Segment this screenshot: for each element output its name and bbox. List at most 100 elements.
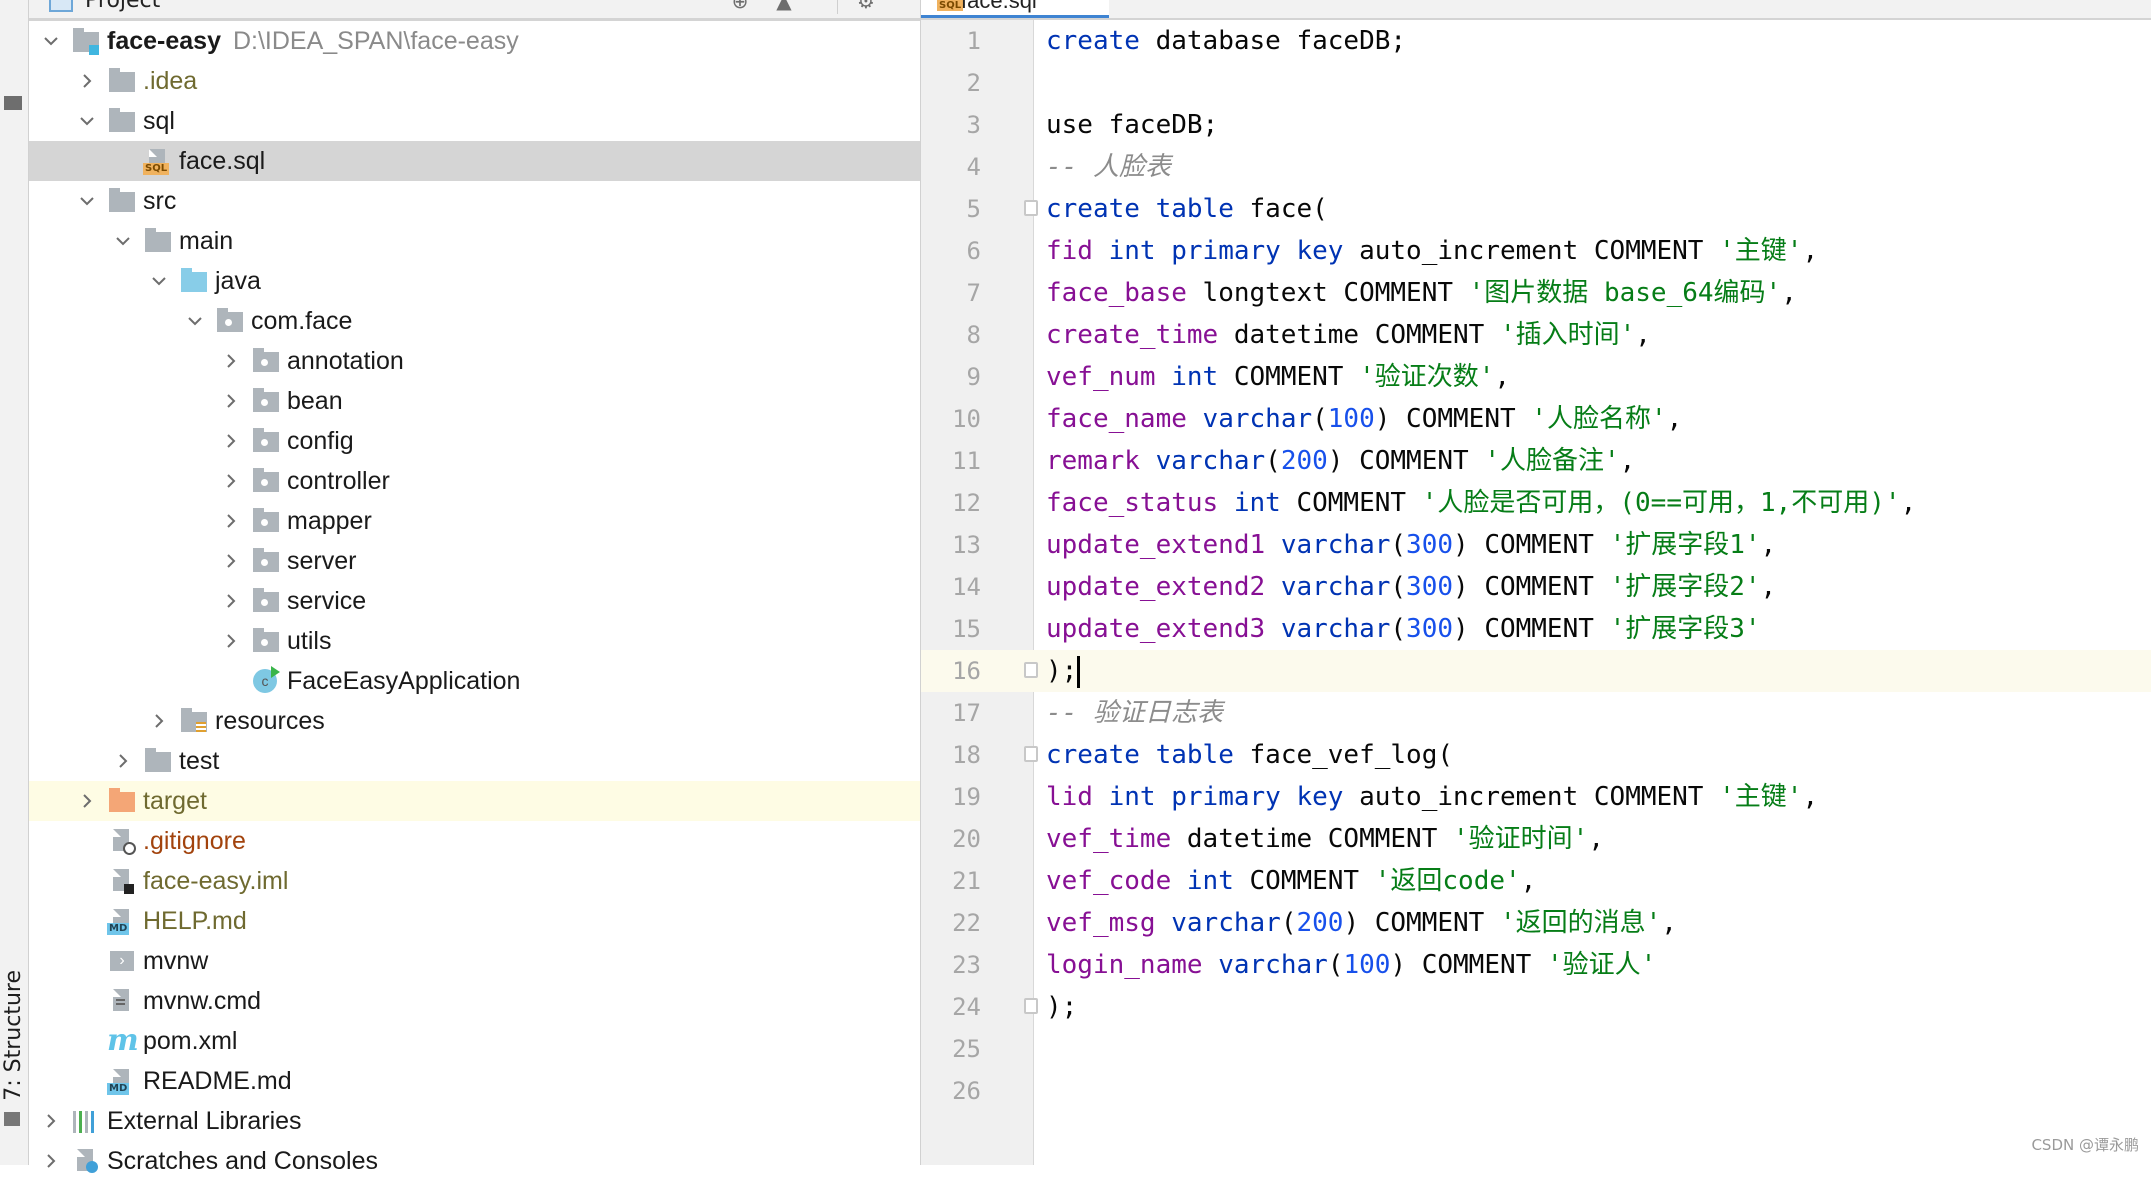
tree-item-annotation[interactable]: annotation [29, 341, 920, 381]
tree-item-service[interactable]: service [29, 581, 920, 621]
code-line[interactable]: 11 remark varchar(200) COMMENT '人脸备注', [921, 440, 2151, 482]
tree-item-label: config [287, 426, 354, 455]
tree-item-help-md[interactable]: MD HELP.md [29, 901, 920, 941]
tree-item-scratches-and-consoles[interactable]: Scratches and Consoles [29, 1141, 920, 1181]
tree-item-external-libraries[interactable]: External Libraries [29, 1101, 920, 1141]
code-line[interactable]: 17 -- 验证日志表 [921, 692, 2151, 734]
chevron-down-icon[interactable] [111, 229, 135, 253]
chevron-right-icon[interactable] [219, 469, 243, 493]
chevron-right-icon[interactable] [219, 509, 243, 533]
tree-item-face-sql[interactable]: SQL face.sql [29, 141, 920, 181]
fold-marker-icon[interactable] [1024, 998, 1038, 1014]
code-line[interactable]: 26 [921, 1070, 2151, 1112]
fold-marker-icon[interactable] [1024, 200, 1038, 216]
chevron-down-icon[interactable] [39, 29, 63, 53]
line-number: 4 [966, 153, 981, 181]
tree-item-sql[interactable]: sql [29, 101, 920, 141]
chevron-right-icon[interactable] [219, 389, 243, 413]
chevron-down-icon[interactable] [75, 109, 99, 133]
code-line[interactable]: 5 create table face( [921, 188, 2151, 230]
tree-item-target[interactable]: target [29, 781, 920, 821]
chevron-right-icon[interactable] [75, 69, 99, 93]
line-number: 6 [966, 237, 981, 265]
chevron-right-icon[interactable] [147, 709, 171, 733]
tree-item-label: sql [143, 106, 175, 135]
code-text: vef_time datetime COMMENT '验证时间', [1046, 818, 1604, 860]
code-line[interactable]: 15 update_extend3 varchar(300) COMMENT '扩… [921, 608, 2151, 650]
code-line[interactable]: 20 vef_time datetime COMMENT '验证时间', [921, 818, 2151, 860]
chevron-placeholder [75, 1029, 99, 1053]
tree-item-com-face[interactable]: com.face [29, 301, 920, 341]
structure-tool-tab[interactable]: 7: Structure [0, 960, 27, 1110]
tree-item-mvnw[interactable]: › mvnw [29, 941, 920, 981]
code-line[interactable]: 9 vef_num int COMMENT '验证次数', [921, 356, 2151, 398]
code-line[interactable]: 19 lid int primary key auto_increment COM… [921, 776, 2151, 818]
editor-tab-face-sql[interactable]: SQL face.sql [921, 0, 1109, 18]
tree-item-server[interactable]: server [29, 541, 920, 581]
tree-item-java[interactable]: java [29, 261, 920, 301]
project-panel-header: Project ⊕ ▲ ⚙ [29, 0, 920, 21]
code-line[interactable]: 10 face_name varchar(100) COMMENT '人脸名称', [921, 398, 2151, 440]
chevron-right-icon[interactable] [219, 549, 243, 573]
chevron-right-icon[interactable] [219, 429, 243, 453]
chevron-right-icon[interactable] [219, 629, 243, 653]
tree-item-src[interactable]: src [29, 181, 920, 221]
chevron-down-icon[interactable] [183, 309, 207, 333]
tree-item-controller[interactable]: controller [29, 461, 920, 501]
code-line[interactable]: 7 face_base longtext COMMENT '图片数据 base_6… [921, 272, 2151, 314]
tree-item-face-easy[interactable]: face-easy D:\IDEA_SPAN\face-easy [29, 21, 920, 61]
tree-item-resources[interactable]: resources [29, 701, 920, 741]
tree-item-mvnw-cmd[interactable]: mvnw.cmd [29, 981, 920, 1021]
tree-item-gitignore[interactable]: .gitignore [29, 821, 920, 861]
code-line[interactable]: 24); [921, 986, 2151, 1028]
code-line[interactable]: 6 fid int primary key auto_increment COMM… [921, 230, 2151, 272]
code-line[interactable]: 16); [921, 650, 2151, 692]
settings-icon[interactable]: ⚙ [855, 0, 877, 12]
code-token: , [1520, 866, 1537, 896]
tree-item-config[interactable]: config [29, 421, 920, 461]
code-token: COMMENT [1233, 866, 1375, 896]
code-line[interactable]: 18 create table face_vef_log( [921, 734, 2151, 776]
chevron-right-icon[interactable] [39, 1109, 63, 1133]
code-line[interactable]: 25 [921, 1028, 2151, 1070]
tree-item-pom-xml[interactable]: m pom.xml [29, 1021, 920, 1061]
structure-tool-tab-label: 7: Structure [1, 969, 26, 1101]
tree-item-mapper[interactable]: mapper [29, 501, 920, 541]
fold-marker-icon[interactable] [1024, 662, 1038, 678]
collapse-all-icon[interactable]: ▲ [773, 0, 795, 12]
chevron-right-icon[interactable] [39, 1149, 63, 1173]
folder-icon [107, 67, 137, 95]
tree-item-faceeasyapplication[interactable]: c FaceEasyApplication [29, 661, 920, 701]
tree-item-face-easy-iml[interactable]: face-easy.iml [29, 861, 920, 901]
tree-item-bean[interactable]: bean [29, 381, 920, 421]
chevron-right-icon[interactable] [219, 349, 243, 373]
code-line[interactable]: 12 face_status int COMMENT '人脸是否可用，(0==可用… [921, 482, 2151, 524]
tree-item-readme-md[interactable]: MD README.md [29, 1061, 920, 1101]
tree-item-main[interactable]: main [29, 221, 920, 261]
code-line[interactable]: 22 vef_msg varchar(200) COMMENT '返回的消息', [921, 902, 2151, 944]
code-line[interactable]: 21 vef_code int COMMENT '返回code', [921, 860, 2151, 902]
tree-item-test[interactable]: test [29, 741, 920, 781]
tree-item-idea[interactable]: .idea [29, 61, 920, 101]
code-line[interactable]: 14 update_extend2 varchar(300) COMMENT '扩… [921, 566, 2151, 608]
chevron-down-icon[interactable] [75, 189, 99, 213]
project-folder-icon [4, 96, 22, 110]
fold-marker-icon[interactable] [1024, 746, 1038, 762]
code-line[interactable]: 3 use faceDB; [921, 104, 2151, 146]
chevron-right-icon[interactable] [75, 789, 99, 813]
chevron-right-icon[interactable] [111, 749, 135, 773]
tree-item-utils[interactable]: utils [29, 621, 920, 661]
code-line[interactable]: 2 [921, 62, 2151, 104]
locate-icon[interactable]: ⊕ [729, 0, 751, 12]
chevron-right-icon[interactable] [219, 589, 243, 613]
code-line[interactable]: 13 update_extend1 varchar(300) COMMENT '扩… [921, 524, 2151, 566]
code-token: COMMENT [1218, 362, 1360, 392]
chevron-down-icon[interactable] [147, 269, 171, 293]
code-line[interactable]: 23 login_name varchar(100) COMMENT '验证人' [921, 944, 2151, 986]
code-token: '主键' [1719, 782, 1803, 812]
code-line[interactable]: 4 -- 人脸表 [921, 146, 2151, 188]
code-line[interactable]: 1 create database faceDB; [921, 20, 2151, 62]
code-line[interactable]: 8 create_time datetime COMMENT '插入时间', [921, 314, 2151, 356]
